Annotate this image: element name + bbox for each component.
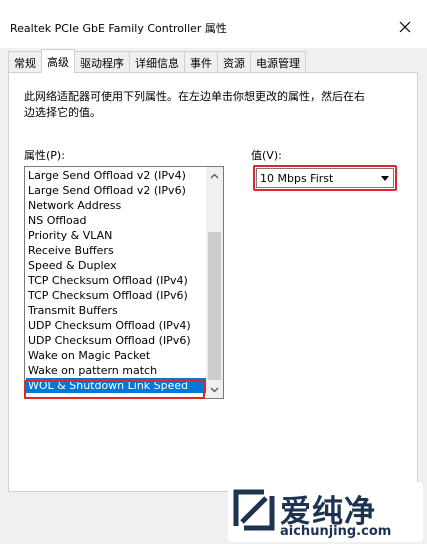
list-item[interactable]: Network Address bbox=[26, 198, 206, 213]
value-label: 值(V): bbox=[251, 149, 282, 162]
watermark-url: aichunjing.com bbox=[280, 524, 392, 539]
close-icon bbox=[399, 21, 411, 33]
list-item[interactable]: Wake on pattern match bbox=[26, 363, 206, 378]
tab-general[interactable]: 常规 bbox=[8, 51, 42, 73]
watermark: 爱纯净 aichunjing.com bbox=[228, 482, 423, 542]
scroll-up-button[interactable] bbox=[206, 167, 223, 184]
close-button[interactable] bbox=[392, 14, 418, 40]
caret-down-icon bbox=[381, 175, 389, 181]
window-title: Realtek PCIe GbE Family Controller 属性 bbox=[10, 22, 227, 35]
scroll-down-button[interactable] bbox=[206, 381, 223, 398]
title-bar: Realtek PCIe GbE Family Controller 属性 bbox=[0, 0, 427, 48]
list-item[interactable]: UDP Checksum Offload (IPv6) bbox=[26, 333, 206, 348]
list-item[interactable]: Wake on Magic Packet bbox=[26, 348, 206, 363]
tab-events[interactable]: 事件 bbox=[184, 51, 218, 73]
list-item[interactable]: NS Offload bbox=[26, 213, 206, 228]
description-text: 此网络适配器可使用下列属性。在左边单击你想更改的属性，然后在右边选择它的值。 bbox=[24, 90, 365, 119]
list-item[interactable]: Speed & Duplex bbox=[26, 258, 206, 273]
tab-driver[interactable]: 驱动程序 bbox=[74, 51, 130, 73]
chevron-down-icon bbox=[210, 387, 219, 392]
list-item[interactable]: Large Send Offload v2 (IPv4) bbox=[26, 168, 206, 183]
tab-resources[interactable]: 资源 bbox=[217, 51, 251, 73]
tab-strip: 常规 高级 驱动程序 详细信息 事件 资源 电源管理 bbox=[8, 49, 306, 73]
list-item[interactable]: Large Send Offload v2 (IPv6) bbox=[26, 183, 206, 198]
chevron-up-icon bbox=[210, 173, 219, 178]
tab-power-management[interactable]: 电源管理 bbox=[250, 51, 306, 73]
list-item[interactable]: TCP Checksum Offload (IPv4) bbox=[26, 273, 206, 288]
tab-advanced[interactable]: 高级 bbox=[41, 49, 75, 73]
listbox-scrollbar[interactable] bbox=[206, 167, 223, 398]
list-item-selected[interactable]: WOL & Shutdown Link Speed bbox=[26, 378, 206, 393]
list-item[interactable]: TCP Checksum Offload (IPv6) bbox=[26, 288, 206, 303]
value-dropdown-selected: 10 Mbps First bbox=[260, 172, 334, 185]
list-item[interactable]: Transmit Buffers bbox=[26, 303, 206, 318]
properties-label: 属性(P): bbox=[24, 149, 65, 162]
value-dropdown[interactable]: 10 Mbps First bbox=[256, 168, 394, 188]
list-item[interactable]: UDP Checksum Offload (IPv4) bbox=[26, 318, 206, 333]
list-item[interactable]: Priority & VLAN bbox=[26, 228, 206, 243]
dropdown-arrow-button[interactable] bbox=[377, 169, 393, 187]
watermark-logo-icon bbox=[233, 489, 275, 531]
tab-details[interactable]: 详细信息 bbox=[129, 51, 185, 73]
list-item[interactable]: Receive Buffers bbox=[26, 243, 206, 258]
scroll-thumb[interactable] bbox=[208, 232, 221, 380]
advanced-panel: 此网络适配器可使用下列属性。在左边单击你想更改的属性，然后在右边选择它的值。 属… bbox=[8, 72, 418, 492]
properties-dialog: Realtek PCIe GbE Family Controller 属性 常规… bbox=[0, 0, 427, 544]
properties-listbox[interactable]: Large Send Offload v2 (IPv4) Large Send … bbox=[24, 166, 224, 399]
